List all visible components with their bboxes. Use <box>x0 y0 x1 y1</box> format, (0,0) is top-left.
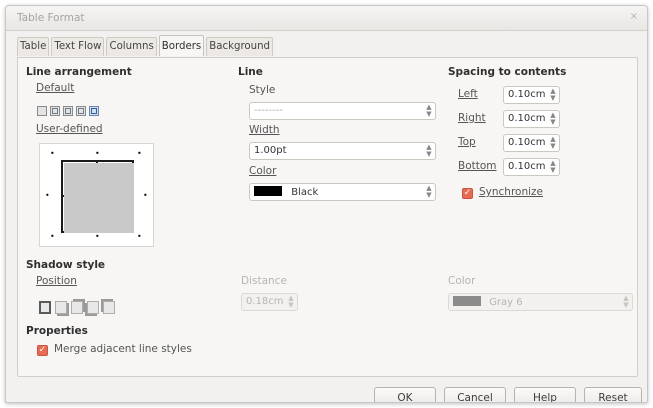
line-heading: Line <box>238 66 263 78</box>
tab-borders[interactable]: Borders <box>158 35 205 56</box>
black-color-swatch <box>254 186 282 196</box>
left-spacing-value: 0.10cm <box>508 89 546 100</box>
line-arrangement-heading: Line arrangement <box>26 66 132 78</box>
ok-button[interactable]: OK <box>374 387 436 403</box>
corner-marker-icon: • <box>50 232 55 241</box>
tab-table[interactable]: Table <box>17 37 50 56</box>
width-value: 1.00pt <box>254 145 287 156</box>
left-label: Left <box>458 88 478 100</box>
preset-outer-horizontal-icon[interactable] <box>63 106 73 116</box>
right-label: Right <box>458 112 486 124</box>
left-spacing-field[interactable]: 0.10cm ▲ ▼ <box>503 86 560 104</box>
corner-marker-icon: • <box>143 191 148 200</box>
preset-outer-border-icon[interactable] <box>50 106 60 116</box>
merge-line-styles-label: Merge adjacent line styles <box>54 343 192 355</box>
preset-outer-all-inner-icon[interactable] <box>76 106 86 116</box>
synchronize-label: Synchronize <box>479 186 544 198</box>
preview-cell <box>64 163 99 198</box>
help-button-label: Help <box>533 392 557 403</box>
distance-field: 0.18cm ▲ ▼ <box>241 293 298 311</box>
right-spacing-field[interactable]: 0.10cm ▲ ▼ <box>503 110 560 128</box>
tab-columns[interactable]: Columns <box>106 37 157 56</box>
dropdown-arrows-icon: ▲ ▼ <box>426 103 432 118</box>
spin-arrows-icon[interactable]: ▲ ▼ <box>549 112 557 126</box>
right-spacing-value: 0.10cm <box>508 113 546 124</box>
shadow-color-label: Color <box>448 275 476 287</box>
user-defined-label: User-defined <box>36 123 103 135</box>
style-label: Style <box>249 84 276 96</box>
top-spacing-value: 0.10cm <box>508 137 546 148</box>
preset-none-icon[interactable] <box>37 106 47 116</box>
bottom-label: Bottom <box>458 160 497 172</box>
merge-line-styles-checkbox[interactable]: ✓ <box>37 345 48 356</box>
shadow-style-heading: Shadow style <box>26 259 106 271</box>
corner-marker-icon: • <box>95 149 100 158</box>
style-value: -------- <box>254 105 283 116</box>
tab-text-flow[interactable]: Text Flow <box>51 37 105 56</box>
preview-cell <box>99 198 134 233</box>
corner-marker-icon: • <box>50 149 55 158</box>
shadow-color-dropdown: Gray 6 ▲ ▼ <box>448 293 633 311</box>
spin-arrows-icon[interactable]: ▲ ▼ <box>425 144 433 158</box>
style-dropdown[interactable]: -------- ▲ ▼ <box>249 102 436 120</box>
corner-marker-icon: • <box>45 191 50 200</box>
window-title: Table Format <box>17 12 85 24</box>
dropdown-arrows-icon: ▲ ▼ <box>426 184 432 199</box>
bottom-spacing-value: 0.10cm <box>508 161 546 172</box>
ok-button-label: OK <box>397 392 413 403</box>
width-field[interactable]: 1.00pt ▲ ▼ <box>249 142 436 160</box>
position-label: Position <box>36 275 77 287</box>
preview-cell <box>99 163 134 198</box>
spin-arrows-icon[interactable]: ▲ ▼ <box>549 88 557 102</box>
top-label: Top <box>458 136 476 148</box>
reset-button[interactable]: Reset <box>584 387 642 403</box>
preview-cell <box>64 198 99 233</box>
shadow-bottom-left-icon[interactable] <box>87 301 99 314</box>
spin-arrows-icon: ▲ ▼ <box>288 294 294 309</box>
shadow-top-left-icon[interactable] <box>103 301 115 314</box>
shadow-top-right-icon[interactable] <box>71 301 83 314</box>
shadow-bottom-right-icon[interactable] <box>55 301 67 314</box>
line-color-value: Black <box>291 187 319 198</box>
top-spacing-field[interactable]: 0.10cm ▲ ▼ <box>503 134 560 152</box>
dropdown-arrows-icon: ▲ ▼ <box>623 294 629 309</box>
cancel-button-label: Cancel <box>457 392 493 403</box>
width-label: Width <box>249 124 280 136</box>
corner-marker-icon: • <box>137 232 142 241</box>
shadow-color-value: Gray 6 <box>489 297 523 308</box>
distance-label: Distance <box>241 275 287 287</box>
reset-button-label: Reset <box>598 392 628 403</box>
spacing-heading: Spacing to contents <box>448 66 567 78</box>
corner-marker-icon: • <box>137 149 142 158</box>
close-icon[interactable]: × <box>630 11 638 22</box>
line-color-dropdown[interactable]: Black ▲ ▼ <box>249 183 436 201</box>
tab-bar: Table Text Flow Columns Borders Backgrou… <box>17 35 275 57</box>
default-label: Default <box>36 82 75 94</box>
title-bar: Table Format × <box>6 6 647 31</box>
preset-outer-no-inner-icon[interactable] <box>89 106 99 116</box>
shadow-none-icon[interactable] <box>39 301 51 314</box>
cancel-button[interactable]: Cancel <box>444 387 506 403</box>
help-button[interactable]: Help <box>514 387 576 403</box>
gray-color-swatch <box>453 296 481 306</box>
color-label: Color <box>249 165 277 177</box>
properties-heading: Properties <box>26 325 88 337</box>
distance-value: 0.18cm <box>246 296 284 307</box>
tab-background[interactable]: Background <box>206 37 274 56</box>
spin-arrows-icon[interactable]: ▲ ▼ <box>549 160 557 174</box>
bottom-spacing-field[interactable]: 0.10cm ▲ ▼ <box>503 158 560 176</box>
table-format-dialog: Table Format × Table Text Flow Columns B… <box>5 5 648 403</box>
border-preview[interactable]: • • • • • • • • <box>39 143 154 247</box>
synchronize-checkbox[interactable]: ✓ <box>462 188 473 199</box>
corner-marker-icon: • <box>95 232 100 241</box>
spin-arrows-icon[interactable]: ▲ ▼ <box>549 136 557 150</box>
